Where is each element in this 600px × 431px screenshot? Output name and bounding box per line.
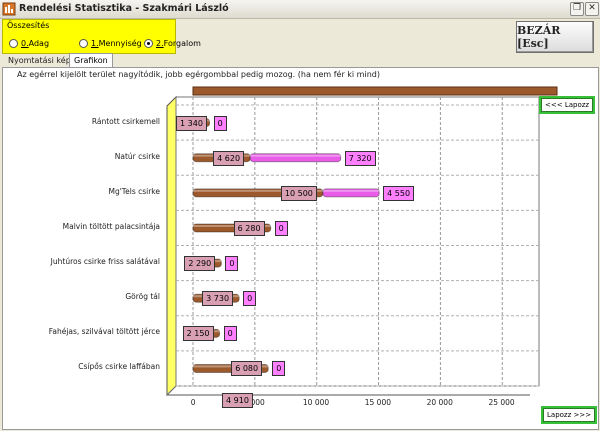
app-window: Rendelési Statisztika - Szakmári László … (0, 0, 600, 431)
bar-b-2-shine (322, 189, 380, 192)
value-label-b: 0 (213, 115, 227, 131)
partial-bar-label: 4 910 (222, 393, 253, 408)
value-label-a: 4 620 (213, 150, 245, 166)
value-label-a: 10 500 (280, 185, 317, 201)
x-tick-label: 15 000 (364, 398, 391, 407)
value-label-a: 1 340 (176, 115, 207, 131)
x-tick-label: 20 000 (426, 398, 453, 407)
next-page-button[interactable]: Lapozz >>> (540, 406, 598, 424)
category-label: Görög tál (125, 292, 160, 302)
category-label: Fahéjas, szilvával töltött jérce (48, 327, 160, 337)
value-label-a: 6 280 (233, 220, 265, 236)
partial-bar (192, 86, 558, 96)
value-label-b: 0 (272, 361, 286, 377)
value-label-b: 0 (223, 326, 237, 342)
x-tick-label: 25 000 (488, 398, 515, 407)
category-label: Rántott csirkemell (91, 116, 160, 126)
category-label: Csípős csirke laffában (78, 362, 160, 372)
category-label: Natúr csirke (114, 151, 160, 161)
category-label: Juhtúros csirke friss salátával (50, 257, 160, 267)
value-label-a: 2 150 (182, 326, 214, 342)
value-label-b: 0 (225, 256, 239, 272)
x-tick-label: 0 (190, 398, 196, 407)
value-label-a: 3 730 (202, 291, 234, 307)
category-label: Malvin töltött palacsintája (62, 221, 160, 231)
category-label: Mg'Tels csirke (108, 186, 160, 196)
value-label-a: 6 080 (231, 361, 263, 377)
bar-b-1-shine (250, 154, 341, 157)
bar-b-1 (249, 153, 342, 163)
value-label-a: 2 290 (184, 256, 216, 272)
bar-b-2 (322, 188, 380, 198)
x-tick-label: 10 000 (302, 398, 330, 407)
value-label-b: 0 (243, 291, 257, 307)
value-label-b: 0 (274, 220, 288, 236)
chart-wall (166, 95, 177, 397)
prev-page-button[interactable]: <<< Lapozz (538, 96, 596, 114)
value-label-b: 4 550 (383, 185, 415, 201)
value-label-b: 7 320 (344, 150, 376, 166)
